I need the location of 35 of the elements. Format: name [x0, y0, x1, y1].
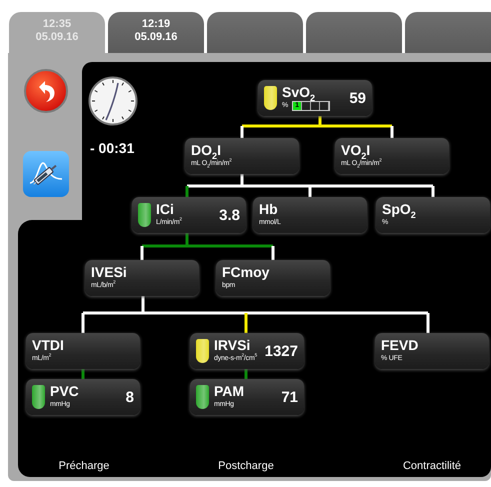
- parameter-name: VTDI: [32, 337, 65, 353]
- parameter-name: DO$_{2}$I: [191, 142, 221, 158]
- category-label: Précharge: [58, 460, 110, 472]
- connector-line: [82, 369, 84, 379]
- elapsed-time: - 00:31: [90, 140, 134, 156]
- tab[interactable]: [405, 12, 491, 53]
- parameter-name: IRVSi: [214, 337, 252, 353]
- back-button[interactable]: [24, 69, 68, 113]
- category-label: Postcharge: [217, 460, 275, 472]
- clock-icon: [88, 76, 138, 126]
- parameter-name: PAM: [214, 383, 246, 399]
- parameter-name: PVC: [50, 383, 80, 399]
- tab[interactable]: [306, 12, 402, 53]
- category-label: Contractilité: [402, 460, 462, 472]
- parameter-name: ICi: [156, 201, 175, 217]
- parameter-name: SpO$_{2}$: [382, 201, 417, 217]
- parameter-value: 8: [126, 388, 134, 406]
- parameter-name: FEVD: [381, 337, 420, 353]
- parameter-name: VO$_{2}$I: [341, 142, 370, 158]
- parameter-name: Hb: [259, 201, 279, 217]
- parameter-name: SvO$_{2}$: [282, 84, 316, 100]
- parameter-value: 71: [281, 388, 298, 406]
- connector-line: [244, 369, 248, 379]
- tab-date: 05.09.16: [134, 31, 178, 44]
- tab-date: 05.09.16: [36, 31, 78, 44]
- syringe-button[interactable]: [23, 151, 69, 197]
- tab-time: 12:35: [42, 18, 72, 31]
- parameter-value: 1327: [264, 342, 298, 360]
- parameter-name: IVESi: [91, 264, 128, 280]
- tab[interactable]: 12:19 05.09.16: [108, 12, 204, 53]
- parameter-value: 3.8: [219, 206, 240, 224]
- tab-time: 12:19: [142, 18, 170, 31]
- parameter-name: FCmoy: [222, 264, 270, 280]
- tab[interactable]: [207, 12, 303, 53]
- parameter-value: 59: [349, 90, 366, 106]
